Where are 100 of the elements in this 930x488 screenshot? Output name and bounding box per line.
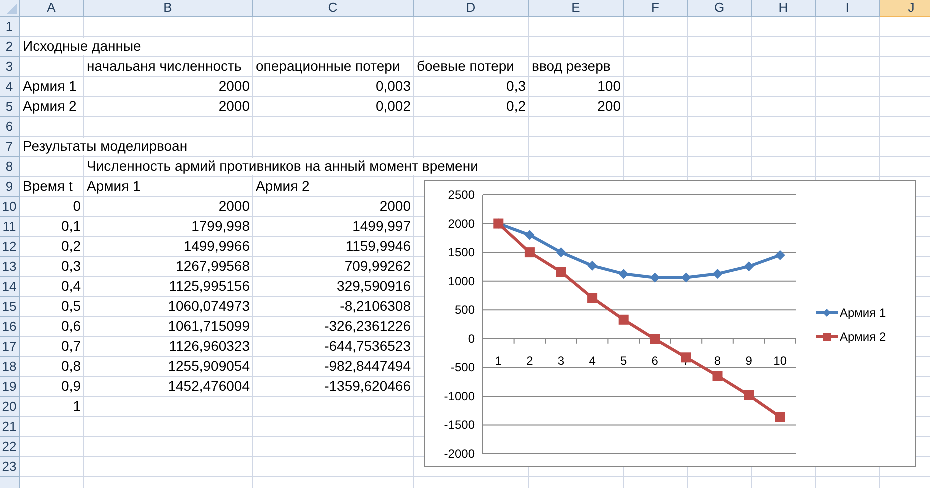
number-cell: -644,7536523 <box>324 337 411 356</box>
column-header[interactable]: C <box>253 0 414 17</box>
text-cell: Армия 2 <box>23 98 77 115</box>
square-marker <box>588 293 598 304</box>
number-cell: 0,8 <box>62 357 81 376</box>
row-header[interactable]: 9 <box>0 177 20 197</box>
number-cell: 2000 <box>218 77 250 96</box>
text-cell: Время t <box>23 178 73 195</box>
text-cell: Результаты моделирвоан <box>23 138 188 155</box>
number-cell: 0,6 <box>62 317 81 336</box>
x-tick-label: 8 <box>714 354 722 368</box>
column-header[interactable]: B <box>84 0 253 17</box>
row-header[interactable]: 2 <box>0 37 20 57</box>
row-header[interactable]: 5 <box>0 97 20 117</box>
column-header[interactable]: A <box>20 0 84 17</box>
number-cell: 329,590916 <box>337 277 411 296</box>
x-tick-label: 9 <box>746 354 752 368</box>
y-tick-label: -1000 <box>444 389 475 404</box>
number-cell: 1 <box>73 397 81 416</box>
row-header[interactable]: 11 <box>0 217 20 237</box>
number-cell: 2000 <box>218 197 250 216</box>
y-tick-label: -1500 <box>444 418 475 432</box>
number-cell: 1125,995156 <box>169 277 250 296</box>
diamond-marker <box>556 248 566 258</box>
column-header[interactable]: J <box>880 0 930 17</box>
number-cell: 1452,476004 <box>168 377 250 396</box>
select-all-corner[interactable] <box>0 0 20 17</box>
text-cell: боевые потери <box>417 58 514 75</box>
column-header[interactable]: G <box>688 0 752 17</box>
legend-label: Армия 2 <box>840 330 886 344</box>
number-cell: 200 <box>598 97 621 116</box>
text-cell: Армия 2 <box>256 178 310 195</box>
number-cell: 0,2 <box>506 97 526 116</box>
x-tick-label: 2 <box>526 354 534 368</box>
row-header[interactable]: 15 <box>0 297 20 317</box>
column-header[interactable]: D <box>414 0 529 17</box>
row-header[interactable]: 7 <box>0 137 20 157</box>
square-marker <box>681 352 692 363</box>
number-cell: -8,2106308 <box>340 297 411 316</box>
diamond-marker <box>650 272 660 283</box>
row-header[interactable]: 3 <box>0 57 20 77</box>
number-cell: 1799,998 <box>192 217 250 236</box>
number-cell: -982,8447494 <box>324 357 411 376</box>
number-cell: 0,002 <box>376 97 411 116</box>
square-marker <box>775 412 786 422</box>
text-cell: Исходные данные <box>23 38 142 55</box>
number-cell: 0,1 <box>62 217 81 236</box>
number-cell: 0,003 <box>376 77 411 96</box>
row-header[interactable]: 20 <box>0 397 20 417</box>
x-tick-label: 3 <box>558 354 565 368</box>
row-header[interactable]: 8 <box>0 157 20 177</box>
legend-swatch <box>816 309 838 317</box>
row-header[interactable]: 23 <box>0 457 20 477</box>
y-tick-label: 1000 <box>448 274 475 288</box>
number-cell: 1499,9966 <box>184 237 250 256</box>
row-header[interactable]: 13 <box>0 257 20 277</box>
column-header[interactable]: F <box>624 0 688 17</box>
number-cell: -326,2361226 <box>324 317 411 336</box>
diamond-marker <box>618 269 629 280</box>
number-cell: 0,4 <box>62 277 81 296</box>
square-marker <box>712 371 723 381</box>
legend-label: Армия 1 <box>840 306 886 320</box>
text-cell: Армия 1 <box>87 178 141 195</box>
number-cell: 1499,997 <box>352 217 411 236</box>
y-tick-label: -500 <box>450 360 475 375</box>
number-cell: 1267,99568 <box>176 257 250 276</box>
row-header[interactable]: 17 <box>0 337 20 357</box>
row-header[interactable]: 6 <box>0 117 20 137</box>
row-header[interactable]: 18 <box>0 357 20 377</box>
text-cell: Армия 1 <box>23 78 77 95</box>
number-cell: 1126,960323 <box>169 337 250 356</box>
y-tick-label: 0 <box>468 332 475 346</box>
column-header[interactable]: E <box>529 0 624 17</box>
column-header[interactable]: I <box>816 0 880 17</box>
row-header[interactable]: 4 <box>0 77 20 97</box>
row-header[interactable]: 14 <box>0 277 20 297</box>
row-header[interactable]: 1 <box>0 17 20 37</box>
row-header[interactable]: 10 <box>0 197 20 217</box>
diamond-marker <box>681 272 692 283</box>
number-cell: 0,2 <box>62 237 81 256</box>
x-tick-label: 5 <box>620 354 628 368</box>
y-tick-label: 1500 <box>448 246 475 260</box>
row-header[interactable]: 12 <box>0 237 20 257</box>
y-tick-label: 2500 <box>448 188 475 202</box>
row-header[interactable]: 16 <box>0 317 20 337</box>
diamond-marker <box>588 260 598 271</box>
number-cell: 0,9 <box>62 377 81 396</box>
diamond-marker <box>775 250 786 260</box>
row-header[interactable]: 22 <box>0 437 20 457</box>
number-cell: 1255,909054 <box>168 357 250 376</box>
number-cell: 1060,074973 <box>168 297 250 316</box>
number-cell: 0,3 <box>506 77 526 96</box>
column-header[interactable]: H <box>752 0 816 17</box>
square-marker <box>524 248 535 258</box>
square-marker <box>556 267 566 278</box>
y-tick-label: 500 <box>454 303 475 318</box>
number-cell: 1159,9946 <box>346 237 411 256</box>
row-header[interactable]: 19 <box>0 377 20 397</box>
row-header[interactable]: 21 <box>0 417 20 437</box>
number-cell: 100 <box>598 77 621 96</box>
